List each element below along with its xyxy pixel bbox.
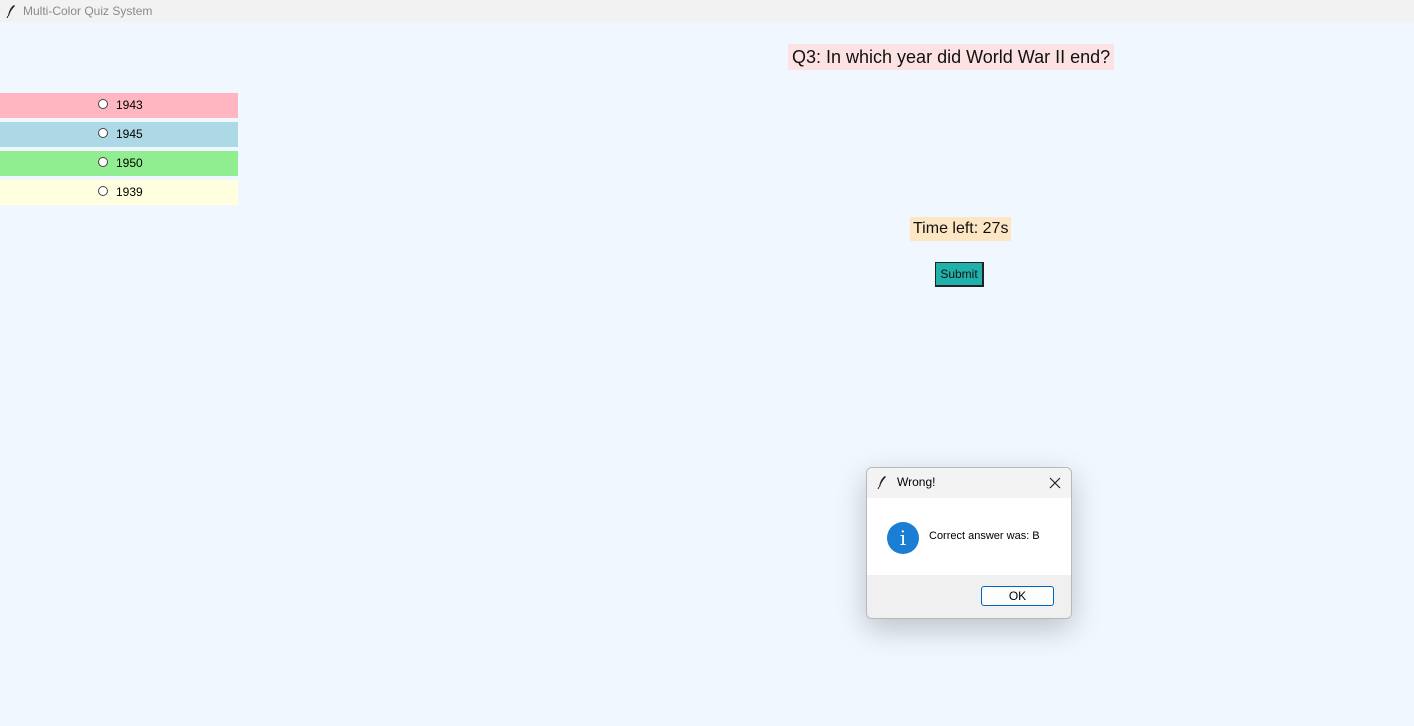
option-label: 1943 — [116, 98, 143, 112]
radio-button[interactable] — [98, 157, 108, 167]
dialog-footer: OK — [867, 575, 1071, 618]
submit-button[interactable]: Submit — [935, 262, 984, 287]
info-icon: i — [887, 522, 919, 554]
dialog-titlebar: Wrong! — [867, 468, 1071, 498]
window-title: Multi-Color Quiz System — [23, 4, 153, 18]
quiz-area: 1943 1945 1950 1939 Q3: In which year di… — [0, 22, 1414, 726]
message-dialog: Wrong! i Correct answer was: B OK — [866, 467, 1072, 619]
option-label: 1950 — [116, 156, 143, 170]
option-label: 1945 — [116, 127, 143, 141]
dialog-message: Correct answer was: B — [929, 530, 1040, 542]
option-a[interactable]: 1943 — [0, 93, 238, 118]
radio-button[interactable] — [98, 99, 108, 109]
tk-feather-icon — [6, 5, 15, 18]
option-b[interactable]: 1945 — [0, 122, 238, 147]
close-icon[interactable] — [1047, 475, 1063, 491]
question-label: Q3: In which year did World War II end? — [788, 44, 1115, 70]
radio-button[interactable] — [98, 186, 108, 196]
radio-button[interactable] — [98, 128, 108, 138]
dialog-title: Wrong! — [897, 475, 936, 489]
dialog-body: i Correct answer was: B — [867, 498, 1071, 575]
option-d[interactable]: 1939 — [0, 180, 238, 205]
option-label: 1939 — [116, 185, 143, 199]
timer-label: Time left: 27s — [910, 217, 1012, 241]
option-c[interactable]: 1950 — [0, 151, 238, 176]
tk-feather-icon — [877, 476, 886, 489]
ok-button[interactable]: OK — [981, 586, 1054, 606]
window-titlebar: Multi-Color Quiz System — [0, 0, 1414, 22]
